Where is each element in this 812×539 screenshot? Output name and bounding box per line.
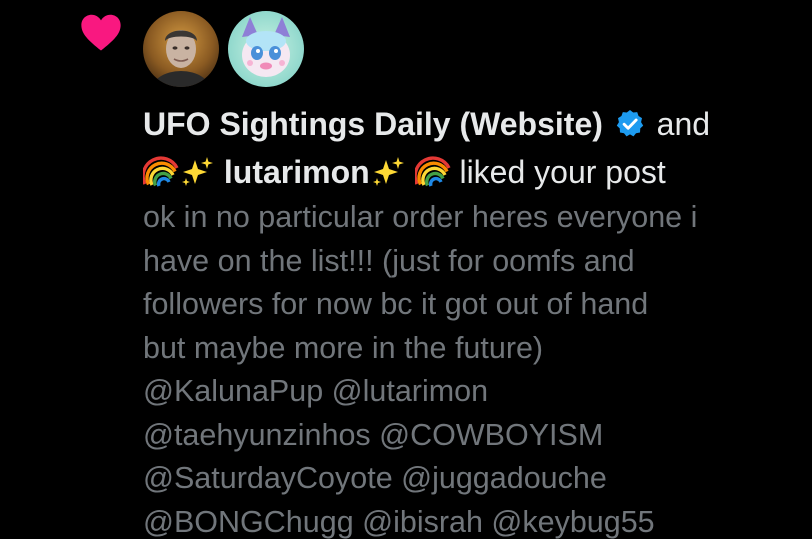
connector-text: and [656, 106, 711, 142]
user2-name[interactable]: lutarimon [224, 154, 370, 190]
post-line: but maybe more in the future) [143, 330, 544, 365]
verified-badge-icon [614, 105, 646, 137]
post-line: ok in no particular order heres everyone… [143, 200, 698, 234]
post-line-mentions[interactable]: @BONGChugg @ibisrah @keybug55 [143, 501, 808, 539]
post-preview[interactable]: ok in no particular order heres everyone… [143, 196, 808, 539]
post-line: have on the list!!! (just for oomfs and [143, 243, 635, 278]
rainbow-icon [413, 154, 451, 190]
rainbow-icon [141, 154, 179, 190]
sparkles-icon [370, 154, 406, 190]
user1-name[interactable]: UFO Sightings Daily (Website) [143, 106, 603, 142]
post-line-mentions[interactable]: @KalunaPup @lutarimon [143, 370, 808, 414]
avatar-ufo-sightings-daily[interactable] [143, 11, 219, 87]
heart-icon [79, 12, 123, 52]
avatar-lutarimon[interactable] [228, 11, 304, 87]
action-text: liked your post [459, 154, 666, 190]
post-line-mentions[interactable]: @SaturdayCoyote @juggadouche [143, 457, 808, 501]
notification-headline: UFO Sightings Daily (Website) and lutari… [141, 100, 808, 196]
post-line-mentions[interactable]: @taehyunzinhos @COWBOYISM [143, 414, 808, 458]
notification-content[interactable]: UFO Sightings Daily (Website) and lutari… [141, 100, 808, 539]
sparkles-icon [179, 154, 215, 190]
post-line: followers for now bc it got out of hand [143, 287, 649, 321]
